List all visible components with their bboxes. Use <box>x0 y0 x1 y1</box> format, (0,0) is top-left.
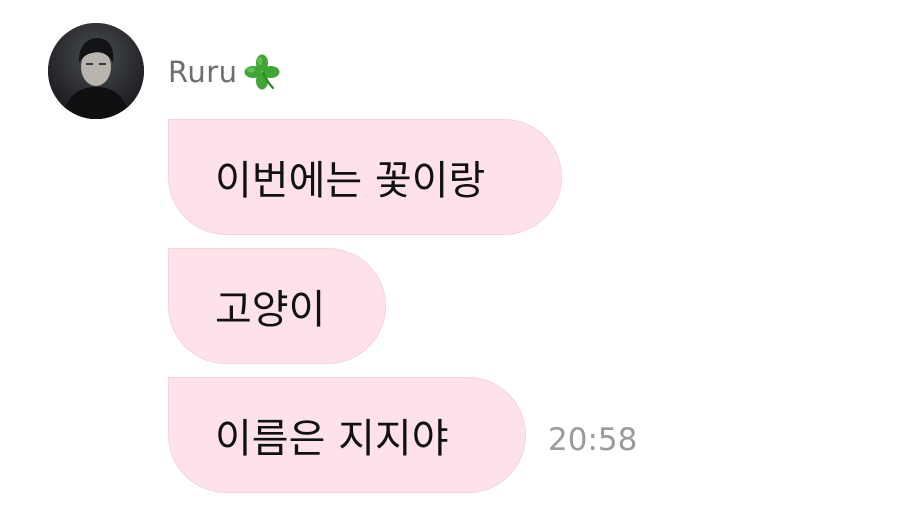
avatar[interactable] <box>48 23 144 119</box>
message-bubble[interactable]: 이번에는 꽃이랑 <box>168 119 562 235</box>
message-bubble[interactable]: 이름은 지지야 <box>168 377 526 493</box>
sender-header: Ruru <box>168 52 282 92</box>
message-bubble[interactable]: 고양이 <box>168 248 386 364</box>
profile-photo <box>48 23 144 119</box>
four-leaf-clover-icon <box>242 52 282 92</box>
message-timestamp: 20:58 <box>548 422 638 458</box>
sender-name[interactable]: Ruru <box>168 55 238 89</box>
chat-message-group: Ruru 이번에는 꽃이랑 고양이 이름은 지지야 20:58 <box>0 0 921 518</box>
